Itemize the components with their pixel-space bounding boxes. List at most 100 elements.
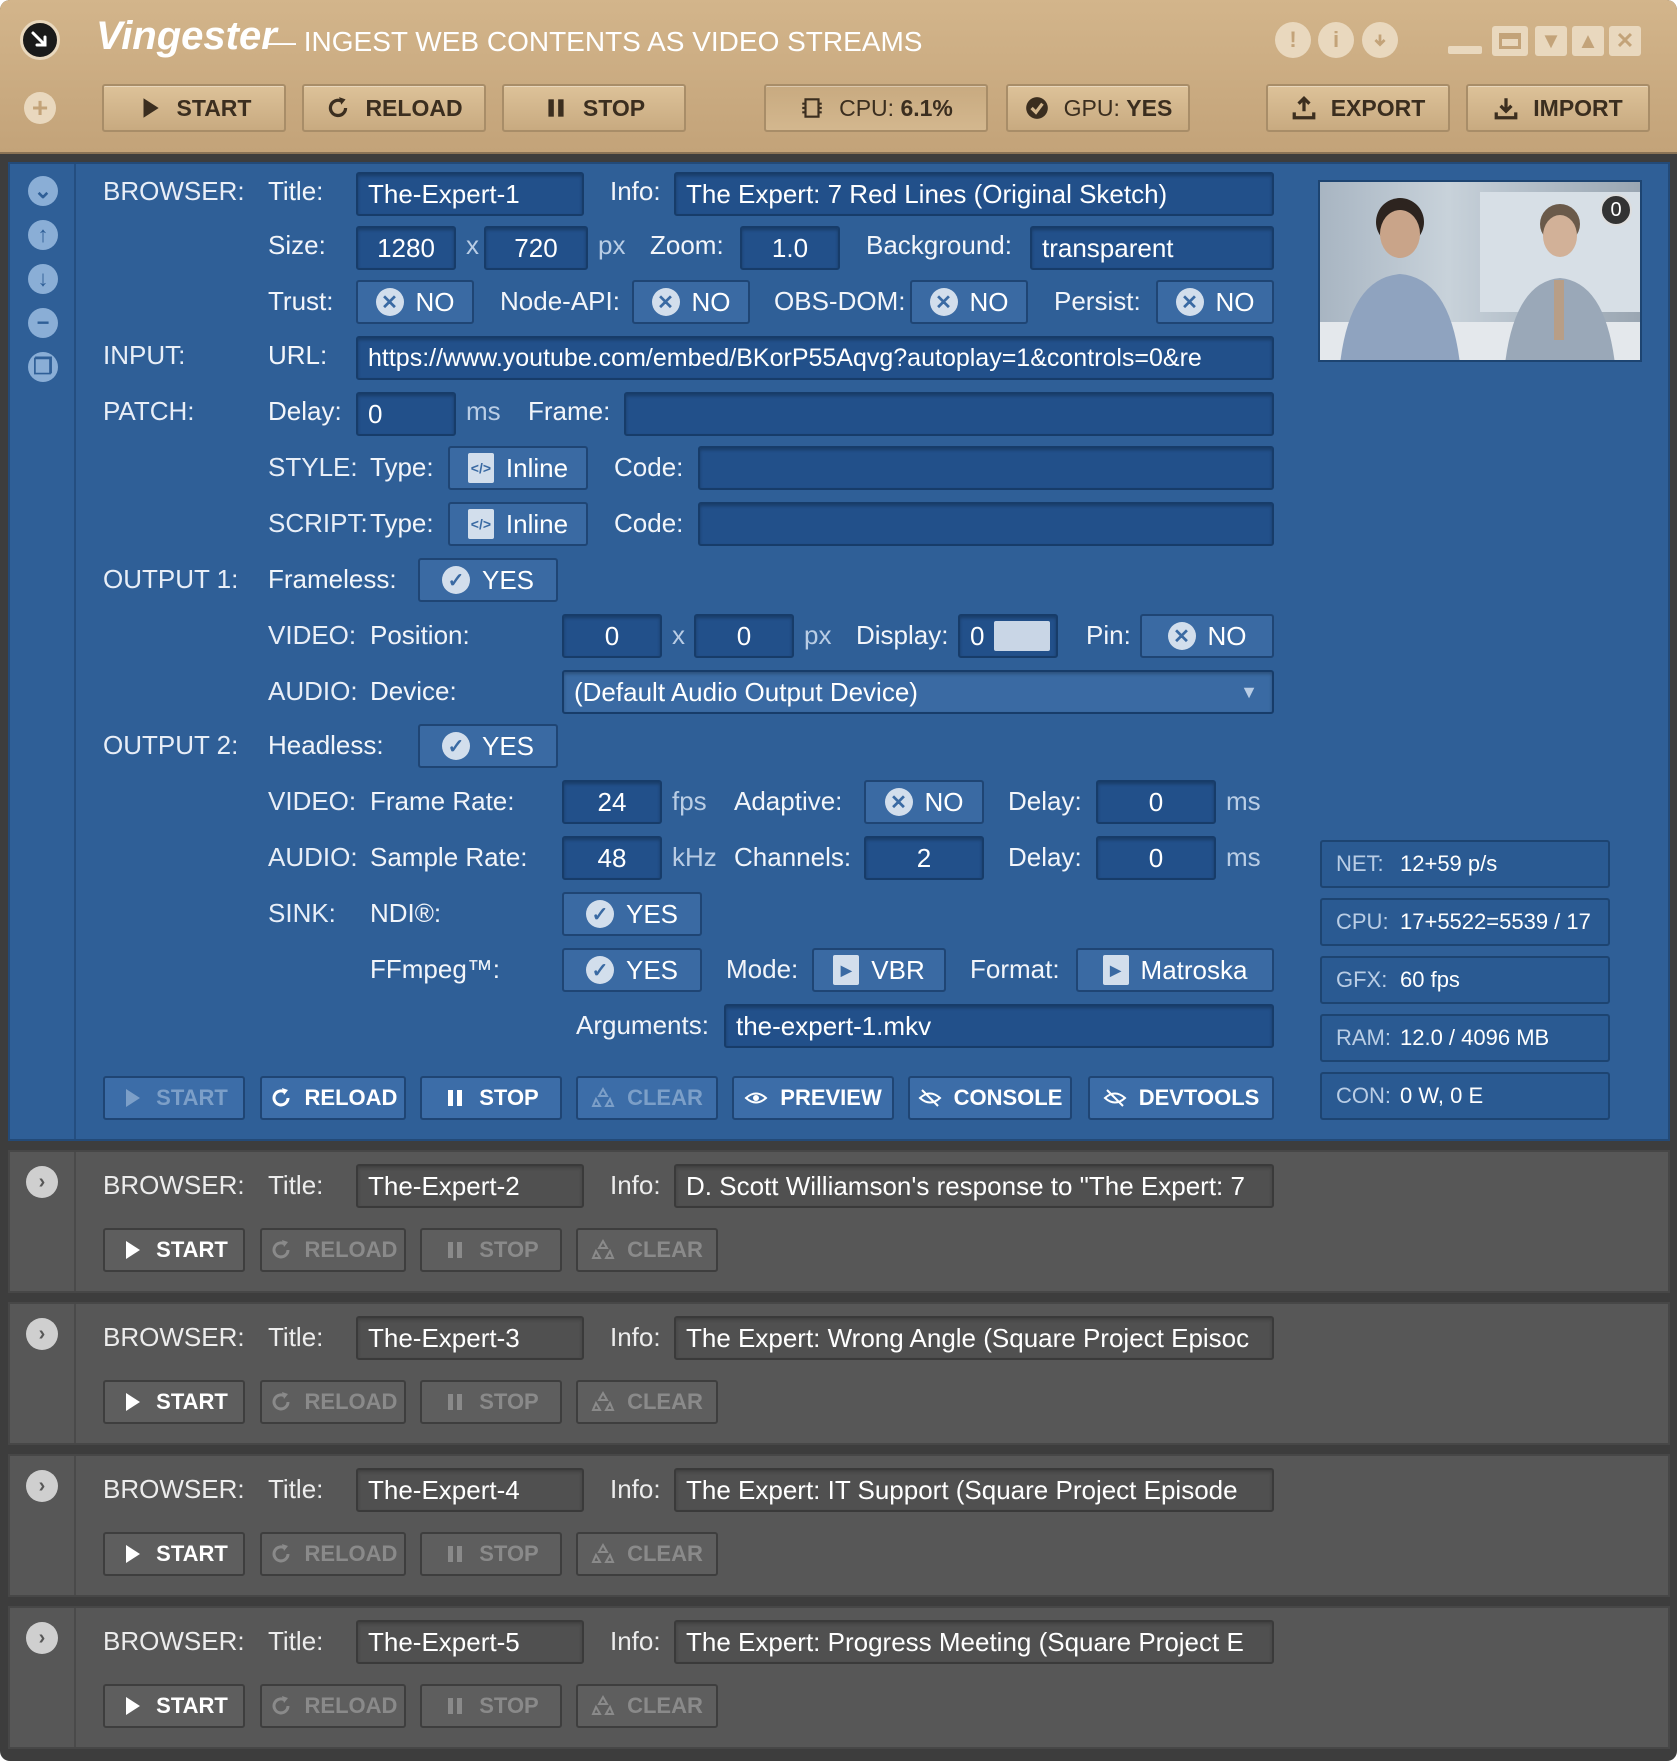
section-browser-label: BROWSER: (103, 1474, 245, 1504)
display-select[interactable]: 0 (958, 614, 1058, 658)
info-field[interactable]: The Expert: IT Support (Square Project E… (674, 1468, 1274, 1512)
script-type-toggle[interactable]: </> Inline (448, 502, 588, 546)
url-field[interactable]: https://www.youtube.com/embed/BKorP55Aqv… (356, 336, 1274, 380)
framerate-field[interactable]: 24 (562, 780, 662, 824)
adaptive-toggle[interactable]: ✕ NO (864, 780, 984, 824)
add-browser-icon[interactable]: + (24, 92, 56, 124)
recycle-icon (591, 1694, 615, 1715)
import-button[interactable]: IMPORT (1466, 84, 1650, 132)
channels-field[interactable]: 2 (864, 836, 984, 880)
reload-button[interactable]: RELOAD (260, 1684, 406, 1728)
samplerate-field[interactable]: 48 (562, 836, 662, 880)
stop-all-button[interactable]: STOP (502, 84, 686, 132)
title-label: Title: (268, 1170, 324, 1200)
audio-device-select[interactable]: (Default Audio Output Device) ▼ (562, 670, 1274, 714)
script-code-field[interactable] (698, 502, 1274, 546)
format-toggle[interactable]: ▶ Matroska (1076, 948, 1274, 992)
style-type-toggle[interactable]: </> Inline (448, 446, 588, 490)
info-field[interactable]: The Expert: Progress Meeting (Square Pro… (674, 1620, 1274, 1664)
info-field[interactable]: The Expert: 7 Red Lines (Original Sketch… (674, 172, 1274, 216)
expand-icon[interactable]: › (26, 1166, 58, 1198)
move-up-icon[interactable]: ↑ (28, 220, 58, 250)
ffmpeg-toggle[interactable]: ✓ YES (562, 948, 702, 992)
maximize-icon[interactable] (1492, 26, 1528, 56)
reload-button[interactable]: RELOAD (260, 1228, 406, 1272)
stop-button[interactable]: STOP (420, 1228, 562, 1272)
play-icon (126, 1089, 141, 1107)
start-button[interactable]: START (103, 1228, 245, 1272)
expand-icon[interactable]: › (26, 1622, 58, 1654)
stop-button[interactable]: STOP (420, 1076, 562, 1120)
persist-label: Persist: (1054, 286, 1141, 316)
position-y-field[interactable]: 0 (694, 614, 794, 658)
nodeapi-toggle[interactable]: ✕ NO (632, 280, 750, 324)
start-all-button[interactable]: START (102, 84, 286, 132)
trust-toggle[interactable]: ✕ NO (356, 280, 474, 324)
cloud-download-icon[interactable] (1362, 22, 1398, 58)
reload-button[interactable]: RELOAD (260, 1380, 406, 1424)
position-x-field[interactable]: 0 (562, 614, 662, 658)
reload-icon (272, 1696, 290, 1715)
height-field[interactable]: 720 (484, 226, 588, 270)
warning-icon[interactable]: ! (1275, 22, 1311, 58)
reload-button[interactable]: RELOAD (260, 1076, 406, 1120)
browser-panel-5: › BROWSER: Title: The-Expert-5 Info: The… (8, 1606, 1670, 1749)
info-icon[interactable]: i (1318, 22, 1354, 58)
start-button[interactable]: START (103, 1532, 245, 1576)
info-field[interactable]: The Expert: Wrong Angle (Square Project … (674, 1316, 1274, 1360)
chevron-down-icon[interactable]: ▼ (1535, 26, 1567, 56)
clear-button[interactable]: CLEAR (576, 1532, 718, 1576)
start-button[interactable]: START (103, 1684, 245, 1728)
chevron-up-icon[interactable]: ▲ (1572, 26, 1604, 56)
mode-toggle[interactable]: ▶ VBR (812, 948, 946, 992)
duplicate-icon[interactable]: ❐ (28, 352, 58, 382)
pin-toggle[interactable]: ✕ NO (1140, 614, 1274, 658)
width-field[interactable]: 1280 (356, 226, 456, 270)
devtools-button[interactable]: DEVTOOLS (1088, 1076, 1274, 1120)
headless-toggle[interactable]: ✓ YES (418, 724, 558, 768)
style-code-field[interactable] (698, 446, 1274, 490)
start-button[interactable]: START (103, 1380, 245, 1424)
persist-toggle[interactable]: ✕ NO (1156, 280, 1274, 324)
clear-button[interactable]: CLEAR (576, 1228, 718, 1272)
ndi-toggle[interactable]: ✓ YES (562, 892, 702, 936)
title-field[interactable]: The-Expert-1 (356, 172, 584, 216)
clear-button[interactable]: CLEAR (576, 1380, 718, 1424)
frameless-toggle[interactable]: ✓ YES (418, 558, 558, 602)
x-circle-icon: ✕ (1167, 622, 1196, 650)
start-button[interactable]: START (103, 1076, 245, 1120)
close-icon[interactable]: ✕ (1609, 26, 1641, 56)
stop-button[interactable]: STOP (420, 1684, 562, 1728)
audio-delay-field[interactable]: 0 (1096, 836, 1216, 880)
arguments-field[interactable]: the-expert-1.mkv (724, 1004, 1274, 1048)
stop-button[interactable]: STOP (420, 1532, 562, 1576)
obsdom-toggle[interactable]: ✕ NO (910, 280, 1028, 324)
clear-button[interactable]: CLEAR (576, 1076, 718, 1120)
reload-button[interactable]: RELOAD (260, 1532, 406, 1576)
clear-button[interactable]: CLEAR (576, 1684, 718, 1728)
video-delay-field[interactable]: 0 (1096, 780, 1216, 824)
move-down-icon[interactable]: ↓ (28, 264, 58, 294)
background-field[interactable]: transparent (1030, 226, 1274, 270)
expand-icon[interactable]: › (26, 1470, 58, 1502)
title-field[interactable]: The-Expert-3 (356, 1316, 584, 1360)
export-button[interactable]: EXPORT (1266, 84, 1450, 132)
title-field[interactable]: The-Expert-4 (356, 1468, 584, 1512)
title-field[interactable]: The-Expert-2 (356, 1164, 584, 1208)
minimize-icon[interactable] (1448, 46, 1482, 54)
browser-panel-4: › BROWSER: Title: The-Expert-4 Info: The… (8, 1454, 1670, 1597)
reload-all-button[interactable]: RELOAD (302, 84, 486, 132)
title-field[interactable]: The-Expert-5 (356, 1620, 584, 1664)
frame-field[interactable] (624, 392, 1274, 436)
delete-icon[interactable]: − (28, 308, 58, 338)
preview-thumbnail[interactable]: 0 (1318, 180, 1642, 362)
patch-delay-field[interactable]: 0 (356, 392, 456, 436)
zoom-field[interactable]: 1.0 (740, 226, 840, 270)
expand-icon[interactable]: › (26, 1318, 58, 1350)
preview-button[interactable]: PREVIEW (732, 1076, 894, 1120)
console-button[interactable]: CONSOLE (908, 1076, 1072, 1120)
pause-icon (548, 99, 564, 117)
info-field[interactable]: D. Scott Williamson's response to "The E… (674, 1164, 1274, 1208)
stop-button[interactable]: STOP (420, 1380, 562, 1424)
collapse-icon[interactable]: ⌄ (28, 176, 58, 206)
